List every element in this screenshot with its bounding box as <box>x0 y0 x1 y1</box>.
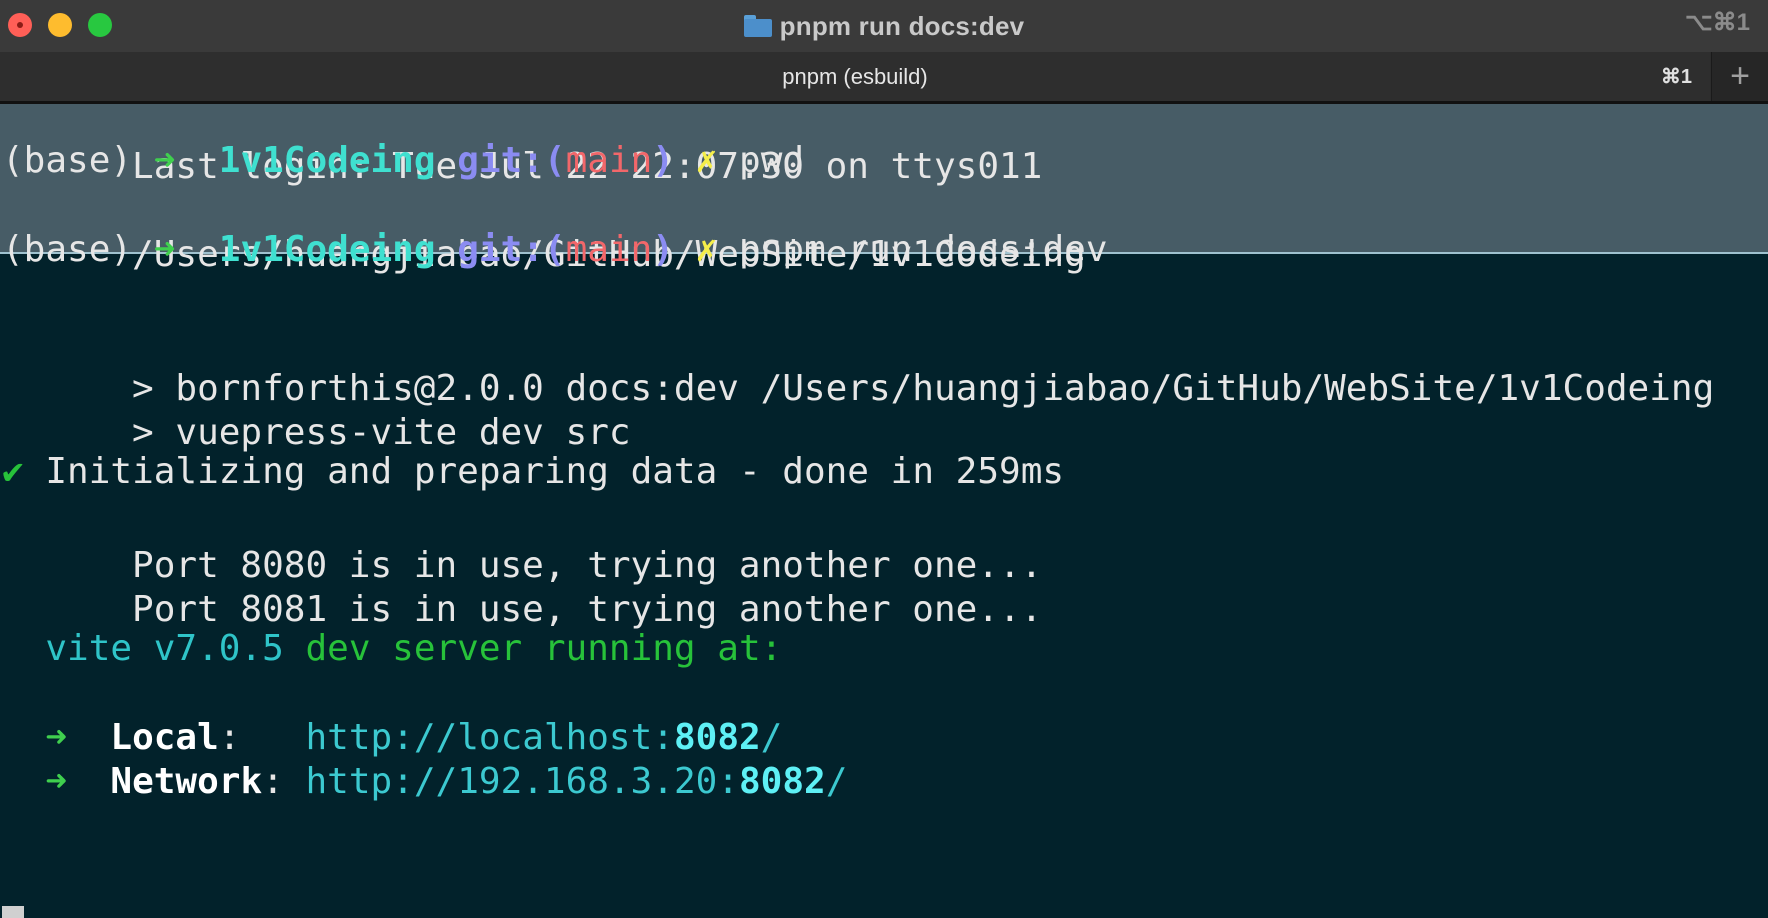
terminal-output[interactable]: Last login: Tue Jul 22 22:07:30 on ttys0… <box>0 104 1768 918</box>
last-login-line: Last login: Tue Jul 22 22:07:30 on ttys0… <box>132 146 1043 187</box>
git-prefix: git:( <box>457 229 566 270</box>
title-bar: pnpm run docs:dev ⌥⌘1 <box>0 0 1768 52</box>
git-suffix: ) <box>652 140 674 181</box>
git-prefix: git:( <box>457 140 566 181</box>
command-pwd: pwd <box>739 140 805 181</box>
prompt-arrow-icon: ➜ <box>153 229 176 270</box>
conda-env: (base) <box>2 229 133 270</box>
git-branch: main <box>565 229 653 270</box>
local-url[interactable]: http://localhost:8082/ <box>306 717 783 758</box>
local-url-line: ➜ Local: http://localhost:8082/ <box>45 717 783 758</box>
git-branch: main <box>565 140 653 181</box>
plus-icon: + <box>1730 57 1750 95</box>
new-tab-button[interactable]: + <box>1711 52 1768 101</box>
git-dirty-icon: ✗ <box>695 229 718 270</box>
port-line-1: Port 8080 is in use, trying another one.… <box>132 545 1043 586</box>
window-title-container: pnpm run docs:dev <box>0 0 1768 52</box>
prompt-dir: 1v1Codeing <box>218 140 436 181</box>
command-pnpm: pnpm run docs:dev <box>739 229 1108 270</box>
vite-running-line: vite v7.0.5 dev server running at: <box>2 624 782 674</box>
git-dirty-icon: ✗ <box>695 140 718 181</box>
network-label: Network <box>110 761 263 802</box>
vite-running-text: dev server running at: <box>305 628 783 669</box>
window-title: pnpm run docs:dev <box>779 10 1025 41</box>
prompt-dir: 1v1Codeing <box>218 229 436 270</box>
prompt-arrow-icon: ➜ <box>153 140 176 181</box>
pwd-output-line: /Users/huangjiabao/GitHub/WebSite/1v1Cod… <box>132 234 1086 275</box>
network-url-line: ➜ Network: http://192.168.3.20:8082/ <box>45 761 848 802</box>
port-line-2: Port 8081 is in use, trying another one.… <box>132 589 1043 630</box>
git-suffix: ) <box>652 229 674 270</box>
network-url[interactable]: http://192.168.3.20:8082/ <box>306 761 848 802</box>
tab-shortcut-label: ⌘1 <box>1660 66 1692 88</box>
terminal-cursor <box>2 906 24 918</box>
terminal-window: pnpm run docs:dev ⌥⌘1 pnpm (esbuild) ⌘1 … <box>0 0 1768 918</box>
tab-label: pnpm (esbuild) <box>782 63 928 89</box>
local-label: Local <box>110 717 219 758</box>
checkmark-icon: ✔ <box>2 451 24 492</box>
script-line-1: > bornforthis@2.0.0 docs:dev /Users/huan… <box>132 368 1715 409</box>
script-line-2: > vuepress-vite dev src <box>132 412 631 453</box>
vite-version: vite v7.0.5 <box>45 628 284 669</box>
folder-icon <box>743 15 772 37</box>
conda-env: (base) <box>2 140 133 181</box>
prompt-line-2: (base) ➜ 1v1Codeing git:(main) ✗ pnpm ru… <box>2 225 1108 275</box>
arrow-icon: ➜ <box>45 761 68 802</box>
prompt-line-1: (base) ➜ 1v1Codeing git:(main) ✗ pwd <box>2 136 804 186</box>
init-line: ✔ Initializing and preparing data - done… <box>2 451 1065 492</box>
window-shortcut-label: ⌥⌘1 <box>1684 8 1750 36</box>
arrow-icon: ➜ <box>45 717 68 758</box>
